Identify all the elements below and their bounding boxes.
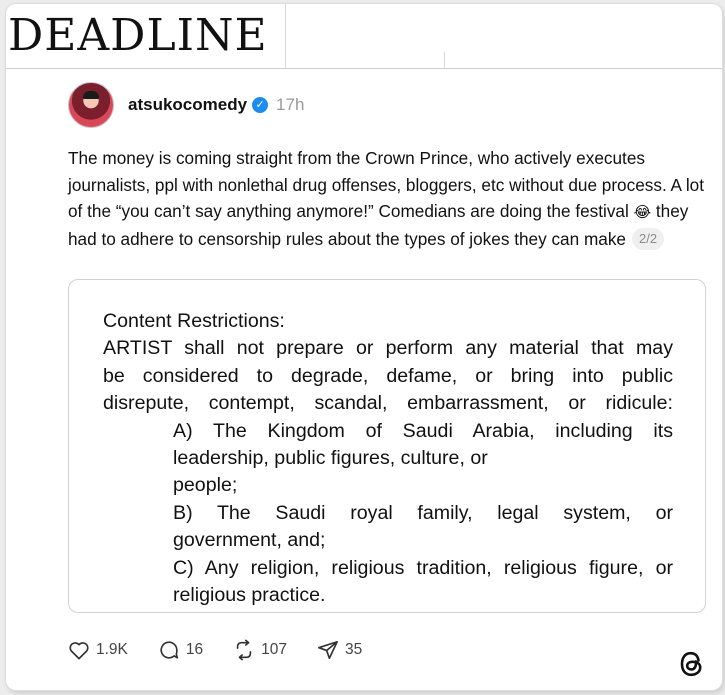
like-button[interactable]: 1.9K [68, 640, 128, 660]
share-button[interactable]: 35 [317, 639, 362, 661]
avatar[interactable] [68, 82, 114, 128]
send-icon [318, 640, 339, 660]
action-bar: 1.9K 16 107 35 [68, 638, 392, 662]
repost-count: 107 [261, 641, 288, 658]
restrictions-line-2: be considered to degrade, defame, or bri… [103, 364, 673, 387]
restrictions-line-3: disrepute, contempt, scandal, embarrassm… [103, 392, 673, 415]
reply-button[interactable]: 16 [158, 639, 203, 661]
username[interactable]: atsukocomedy [128, 95, 247, 115]
masthead: DEADLINE [6, 4, 722, 69]
laughing-emoji: 😂 [633, 203, 652, 222]
post-card: DEADLINE atsukocomedy ✓ 17h The money is… [6, 4, 722, 690]
masthead-divider [285, 4, 286, 68]
restrictions-line-1: ARTIST shall not prepare or perform any … [103, 337, 673, 360]
post-text-part1: The money is coming straight from the Cr… [68, 148, 705, 222]
restrictions-heading: Content Restrictions: [103, 310, 285, 332]
clause-c-line-1: C) Any religion, religious tradition, re… [173, 556, 673, 579]
comment-icon [160, 641, 178, 659]
heart-icon [69, 642, 89, 660]
deadline-logo[interactable]: DEADLINE [8, 10, 268, 62]
share-count: 35 [345, 641, 363, 658]
reply-count: 16 [185, 641, 204, 658]
post-timestamp[interactable]: 17h [276, 95, 304, 115]
repost-button[interactable]: 107 [233, 639, 287, 661]
repost-icon [236, 639, 252, 661]
screenshot-frame: DEADLINE atsukocomedy ✓ 17h The money is… [0, 0, 725, 695]
content-restrictions-text: Content Restrictions: ARTIST shall not p… [103, 308, 673, 609]
like-count: 1.9K [96, 641, 128, 658]
verified-badge-icon: ✓ [252, 97, 269, 113]
masthead-tick [444, 52, 445, 68]
clause-b-line-1: B) The Saudi royal family, legal system,… [173, 501, 673, 524]
page-indicator: 2/2 [631, 227, 665, 250]
clause-b-line-2: government, and; [173, 529, 326, 552]
clause-a-line-3: people; [173, 474, 238, 497]
clause-c-line-2: religious practice. [173, 584, 326, 607]
clause-a-line-2: leadership, public figures, culture, or [173, 447, 488, 470]
clause-a-line-1: A) The Kingdom of Saudi Arabia, includin… [173, 419, 673, 442]
post-body: The money is coming straight from the Cr… [68, 145, 708, 252]
attached-image[interactable]: Content Restrictions: ARTIST shall not p… [68, 279, 706, 613]
post-header: atsukocomedy ✓ 17h [68, 82, 304, 128]
threads-logo-icon[interactable] [678, 649, 706, 679]
